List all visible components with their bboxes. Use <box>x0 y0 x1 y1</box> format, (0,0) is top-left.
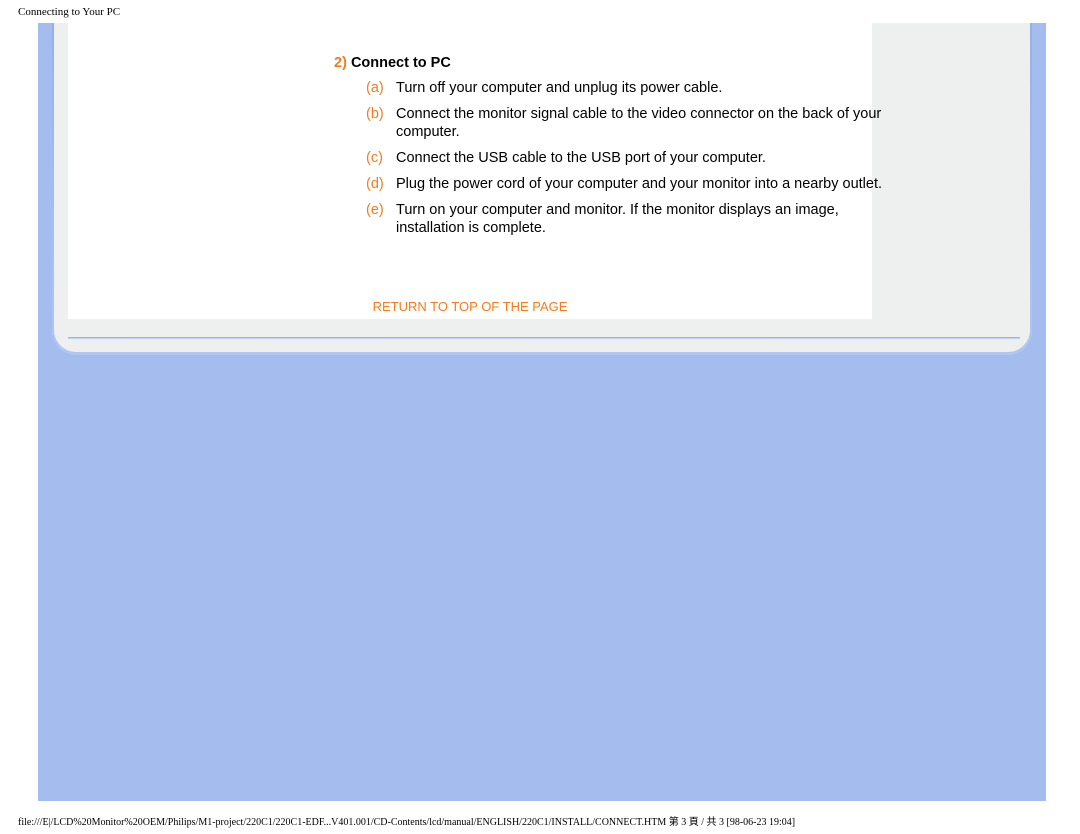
list-item: (d) Plug the power cord of your computer… <box>366 175 906 193</box>
list-item: (e) Turn on your computer and monitor. I… <box>366 201 906 237</box>
item-letter: (d) <box>366 175 396 193</box>
step-title-text: Connect to PC <box>351 55 451 71</box>
divider-line <box>68 337 1020 339</box>
step-list: (a) Turn off your computer and unplug it… <box>366 79 906 245</box>
item-letter: (c) <box>366 149 396 167</box>
item-letter: (a) <box>366 79 396 97</box>
return-to-top-link[interactable]: RETURN TO TOP OF THE PAGE <box>68 299 872 314</box>
content-panel-border: 2) Connect to PC (a) Turn off your compu… <box>52 23 1032 355</box>
content-panel: 2) Connect to PC (a) Turn off your compu… <box>54 23 1030 352</box>
footer-path-text: file:///E|/LCD%20Monitor%20OEM/Philips/M… <box>18 813 795 828</box>
content-card: 2) Connect to PC (a) Turn off your compu… <box>68 23 872 319</box>
item-text: Turn off your computer and unplug its po… <box>396 79 722 97</box>
page-background: 2) Connect to PC (a) Turn off your compu… <box>38 23 1046 801</box>
item-text: Plug the power cord of your computer and… <box>396 175 882 193</box>
step-heading: 2) Connect to PC <box>334 55 451 71</box>
page-title: Connecting to Your PC <box>18 6 120 18</box>
item-letter: (b) <box>366 105 396 141</box>
item-text: Turn on your computer and monitor. If th… <box>396 201 906 237</box>
list-item: (b) Connect the monitor signal cable to … <box>366 105 906 141</box>
item-text: Connect the monitor signal cable to the … <box>396 105 906 141</box>
item-text: Connect the USB cable to the USB port of… <box>396 149 766 167</box>
list-item: (a) Turn off your computer and unplug it… <box>366 79 906 97</box>
list-item: (c) Connect the USB cable to the USB por… <box>366 149 906 167</box>
item-letter: (e) <box>366 201 396 237</box>
step-number: 2) <box>334 55 347 71</box>
